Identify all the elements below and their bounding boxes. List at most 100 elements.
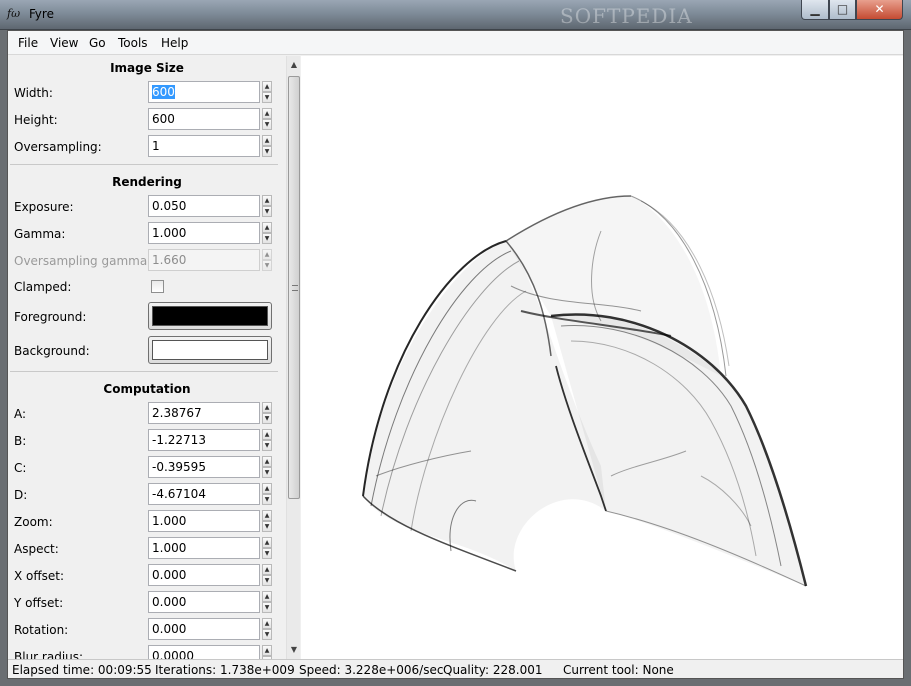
status-iterations: Iterations: 1.738e+009 [155,663,295,677]
d-label: D: [14,488,28,502]
title-bar: fω Fyre SOFTPEDIA ▁ □ ✕ [0,0,911,30]
zoom-input[interactable]: 1.000 [148,510,260,532]
image-size-heading: Image Size [110,61,184,75]
background-color-button[interactable] [148,336,272,364]
spin-down-icon[interactable]: ▼ [262,494,272,505]
menu-file[interactable]: File [18,36,38,50]
maximize-button[interactable]: □ [829,0,856,20]
grip-icon [292,285,298,291]
background-label: Background: [14,344,90,358]
menu-help[interactable]: Help [161,36,188,50]
aspect-spinner[interactable]: ▲ ▼ [262,537,272,559]
spin-down-icon[interactable]: ▼ [262,575,272,586]
gamma-spinner[interactable]: ▲ ▼ [262,222,272,244]
computation-heading: Computation [103,382,191,396]
c-spinner[interactable]: ▲ ▼ [262,456,272,478]
spin-up-icon[interactable]: ▲ [262,564,272,575]
spin-up-icon[interactable]: ▲ [262,402,272,413]
x-offset-input[interactable]: 0.000 [148,564,260,586]
c-input[interactable]: -0.39595 [148,456,260,478]
main-window: File View Go Tools Help Image Size Width… [7,30,904,679]
spin-up-icon[interactable]: ▲ [262,510,272,521]
render-canvas[interactable] [301,56,903,659]
spin-up-icon[interactable]: ▲ [262,456,272,467]
parameter-panel: Image Size Width: 600 ▲ ▼ Height: 600 ▲ ▼ … [8,56,286,659]
spin-down-icon[interactable]: ▼ [262,119,272,130]
a-spinner[interactable]: ▲ ▼ [262,402,272,424]
spin-down-icon[interactable]: ▼ [262,602,272,613]
scroll-up-icon[interactable]: ▲ [288,58,300,72]
menu-go[interactable]: Go [89,36,106,50]
y-offset-input[interactable]: 0.000 [148,591,260,613]
scroll-down-icon[interactable]: ▼ [288,643,300,657]
width-input[interactable]: 600 [148,81,260,103]
spin-down-icon[interactable]: ▼ [262,440,272,451]
clamped-label: Clamped: [14,280,72,294]
spin-up-icon[interactable]: ▲ [262,222,272,233]
spin-down-icon[interactable]: ▼ [262,521,272,532]
minimize-button[interactable]: ▁ [801,0,829,20]
spin-up-icon[interactable]: ▲ [262,195,272,206]
spin-down-icon[interactable]: ▼ [262,413,272,424]
blur-radius-spinner[interactable]: ▲▼ [262,645,272,659]
background-swatch [152,340,268,360]
blur-radius-input[interactable]: 0.0000 [148,645,260,659]
oversampling-gamma-label: Oversampling gamma: [14,254,152,268]
oversampling-gamma-input: 1.660 [148,249,260,271]
d-spinner[interactable]: ▲ ▼ [262,483,272,505]
spin-up-icon[interactable]: ▲ [262,645,272,656]
a-input[interactable]: 2.38767 [148,402,260,424]
width-label: Width: [14,86,53,100]
rotation-spinner[interactable]: ▲ ▼ [262,618,272,640]
b-spinner[interactable]: ▲ ▼ [262,429,272,451]
divider [10,371,278,372]
spin-down-icon[interactable]: ▼ [262,92,272,103]
spin-up-icon[interactable]: ▲ [262,429,272,440]
spin-up-icon[interactable]: ▲ [262,81,272,92]
height-input[interactable]: 600 [148,108,260,130]
x-offset-spinner[interactable]: ▲ ▼ [262,564,272,586]
height-label: Height: [14,113,58,127]
y-offset-label: Y offset: [14,596,64,610]
exposure-spinner[interactable]: ▲ ▼ [262,195,272,217]
spin-down-icon[interactable]: ▼ [262,233,272,244]
clamped-checkbox[interactable] [151,280,164,293]
exposure-label: Exposure: [14,200,74,214]
foreground-color-button[interactable] [148,302,272,330]
spin-up-icon[interactable]: ▲ [262,591,272,602]
spin-up-icon[interactable]: ▲ [262,108,272,119]
panel-scrollbar[interactable]: ▲ ▼ [286,56,300,659]
status-speed: Speed: 3.228e+006/sec [299,663,444,677]
rotation-label: Rotation: [14,623,69,637]
spin-down-icon[interactable]: ▼ [262,629,272,640]
aspect-input[interactable]: 1.000 [148,537,260,559]
scrollbar-thumb[interactable] [288,76,300,499]
spin-up-icon[interactable]: ▲ [262,135,272,146]
rotation-input[interactable]: 0.000 [148,618,260,640]
d-input[interactable]: -4.67104 [148,483,260,505]
spin-up-icon[interactable]: ▲ [262,537,272,548]
oversampling-spinner[interactable]: ▲ ▼ [262,135,272,157]
attractor-image [362,195,808,587]
width-spinner[interactable]: ▲ ▼ [262,81,272,103]
oversampling-gamma-spinner: ▲ ▼ [262,249,272,271]
spin-down-icon[interactable]: ▼ [262,146,272,157]
window-title: Fyre [29,7,54,21]
spin-up-icon: ▲ [262,249,272,260]
spin-down-icon[interactable]: ▼ [262,206,272,217]
zoom-spinner[interactable]: ▲ ▼ [262,510,272,532]
b-input[interactable]: -1.22713 [148,429,260,451]
exposure-input[interactable]: 0.050 [148,195,260,217]
spin-down-icon[interactable]: ▼ [262,467,272,478]
y-offset-spinner[interactable]: ▲ ▼ [262,591,272,613]
menu-tools[interactable]: Tools [118,36,148,50]
height-spinner[interactable]: ▲ ▼ [262,108,272,130]
status-bar: Elapsed time: 00:09:55 Iterations: 1.738… [8,659,903,678]
oversampling-input[interactable]: 1 [148,135,260,157]
spin-up-icon[interactable]: ▲ [262,618,272,629]
close-button[interactable]: ✕ [856,0,903,20]
menu-view[interactable]: View [50,36,78,50]
spin-up-icon[interactable]: ▲ [262,483,272,494]
gamma-input[interactable]: 1.000 [148,222,260,244]
spin-down-icon[interactable]: ▼ [262,548,272,559]
